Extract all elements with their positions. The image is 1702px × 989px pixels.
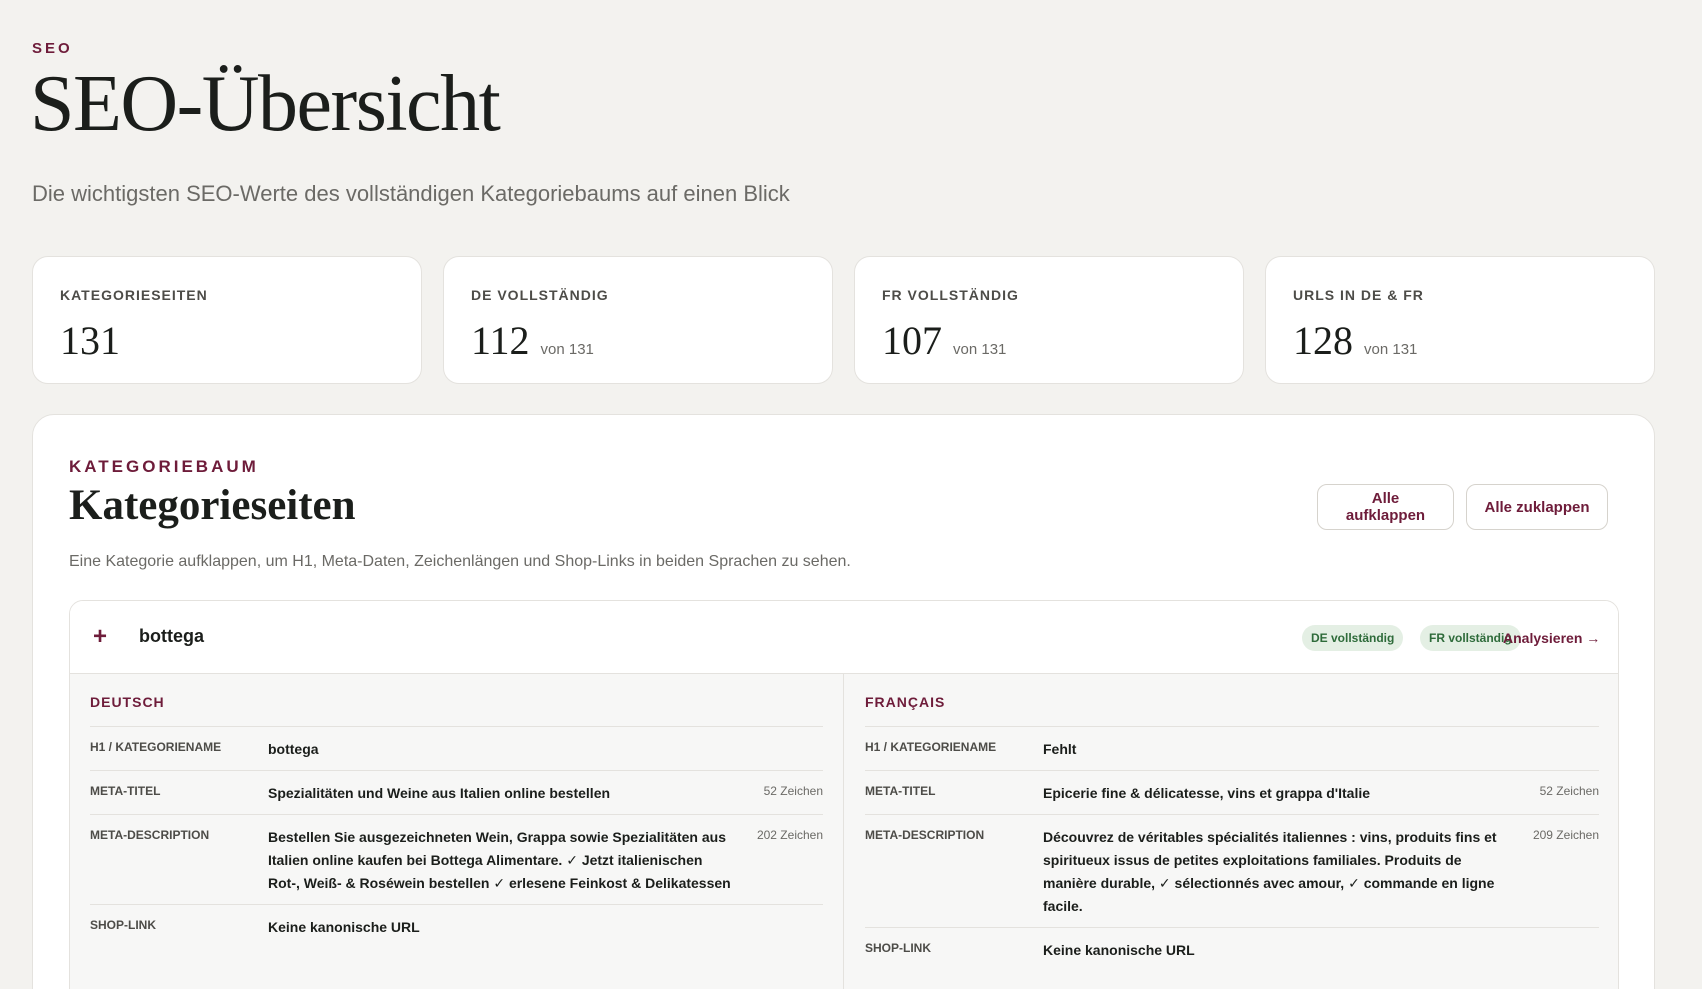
language-heading: FRANÇAIS [865, 694, 946, 710]
row-value: bottega [268, 741, 319, 757]
expand-all-button[interactable]: Alle aufklappen [1317, 484, 1454, 530]
row-value: Découvrez de véritables spécialités ital… [1043, 829, 1497, 914]
row-label: H1 / KATEGORIENAME [90, 740, 222, 754]
row-meta-description: META-DESCRIPTION Bestellen Sie ausgezeic… [90, 814, 823, 904]
stat-label: DE VOLLSTÄNDIG [471, 287, 609, 303]
stat-card-category-pages: KATEGORIESEITEN 131 [32, 256, 422, 384]
row-label: SHOP-LINK [865, 941, 931, 955]
page-title: SEO-Übersicht [30, 60, 501, 148]
row-meta-title: META-TITEL Epicerie fine & délicatesse, … [865, 770, 1599, 814]
tree-title: Kategorieseiten [69, 482, 356, 529]
row-label: META-TITEL [90, 784, 161, 798]
language-columns: DEUTSCH H1 / KATEGORIENAME bottega META-… [70, 674, 1618, 989]
row-value: Epicerie fine & délicatesse, vins et gra… [1043, 785, 1371, 801]
row-meta-title: META-TITEL Spezialitäten und Weine aus I… [90, 770, 823, 814]
category-name: bottega [139, 626, 204, 646]
stat-card-fr-complete: FR VOLLSTÄNDIG 107 von 131 [854, 256, 1244, 384]
stat-value: 128 [1293, 318, 1353, 363]
stat-card-de-complete: DE VOLLSTÄNDIG 112 von 131 [443, 256, 833, 384]
stat-value: 112 [471, 318, 530, 363]
badge-de-complete: DE vollständig [1302, 625, 1404, 651]
page-subtitle: Die wichtigsten SEO-Werte des vollständi… [32, 181, 790, 206]
stat-card-urls-de-fr: URLS IN DE & FR 128 von 131 [1265, 256, 1655, 384]
stats-row: KATEGORIESEITEN 131 DE VOLLSTÄNDIG 112 v… [32, 256, 1655, 384]
row-value: Keine kanonische URL [268, 919, 420, 935]
tree-description: Eine Kategorie aufklappen, um H1, Meta-D… [69, 553, 851, 570]
row-value: Fehlt [1043, 741, 1077, 757]
row-label: SHOP-LINK [90, 918, 156, 932]
row-label: META-DESCRIPTION [90, 828, 210, 842]
row-label: META-DESCRIPTION [865, 828, 985, 842]
stat-label: URLS IN DE & FR [1293, 287, 1424, 303]
language-column-de: DEUTSCH H1 / KATEGORIENAME bottega META-… [70, 674, 844, 989]
row-meta-description: META-DESCRIPTION Découvrez de véritables… [865, 814, 1599, 927]
plus-icon[interactable]: + [90, 623, 110, 651]
stat-value: 131 [60, 318, 120, 363]
stat-of: von 131 [540, 341, 594, 358]
char-count: 209 Zeichen [1532, 828, 1599, 842]
char-count: 202 Zeichen [756, 828, 823, 842]
stat-of: von 131 [953, 341, 1007, 358]
row-h1: H1 / KATEGORIENAME bottega [90, 726, 823, 770]
row-shop-link: SHOP-LINK Keine kanonische URL [90, 904, 823, 948]
row-h1: H1 / KATEGORIENAME Fehlt [865, 726, 1599, 770]
eyebrow-seo: SEO [32, 40, 73, 57]
char-count: 52 Zeichen [1539, 784, 1599, 798]
tree-eyebrow: KATEGORIEBAUM [69, 457, 259, 476]
category-header[interactable]: + bottega DE vollständig FR vollständig … [70, 601, 1618, 674]
stat-value: 107 [882, 318, 942, 363]
stat-label: KATEGORIESEITEN [60, 287, 208, 303]
language-column-fr: FRANÇAIS H1 / KATEGORIENAME Fehlt META-T… [845, 674, 1618, 989]
row-value: Spezialitäten und Weine aus Italien onli… [268, 785, 611, 801]
row-label: META-TITEL [865, 784, 936, 798]
stat-label: FR VOLLSTÄNDIG [882, 287, 1019, 303]
category-item-bottega: + bottega DE vollständig FR vollständig … [69, 600, 1619, 989]
category-tree-panel: KATEGORIEBAUM Kategorieseiten Eine Kateg… [32, 414, 1655, 989]
collapse-all-button[interactable]: Alle zuklappen [1466, 484, 1608, 530]
row-shop-link: SHOP-LINK Keine kanonische URL [865, 927, 1599, 971]
language-heading: DEUTSCH [90, 694, 165, 710]
row-value: Bestellen Sie ausgezeichneten Wein, Grap… [268, 829, 731, 891]
row-label: H1 / KATEGORIENAME [865, 740, 997, 754]
char-count: 52 Zeichen [763, 784, 823, 798]
row-value: Keine kanonische URL [1043, 942, 1195, 958]
stat-of: von 131 [1364, 341, 1418, 358]
analyse-link[interactable]: Analysieren → [1503, 630, 1600, 646]
